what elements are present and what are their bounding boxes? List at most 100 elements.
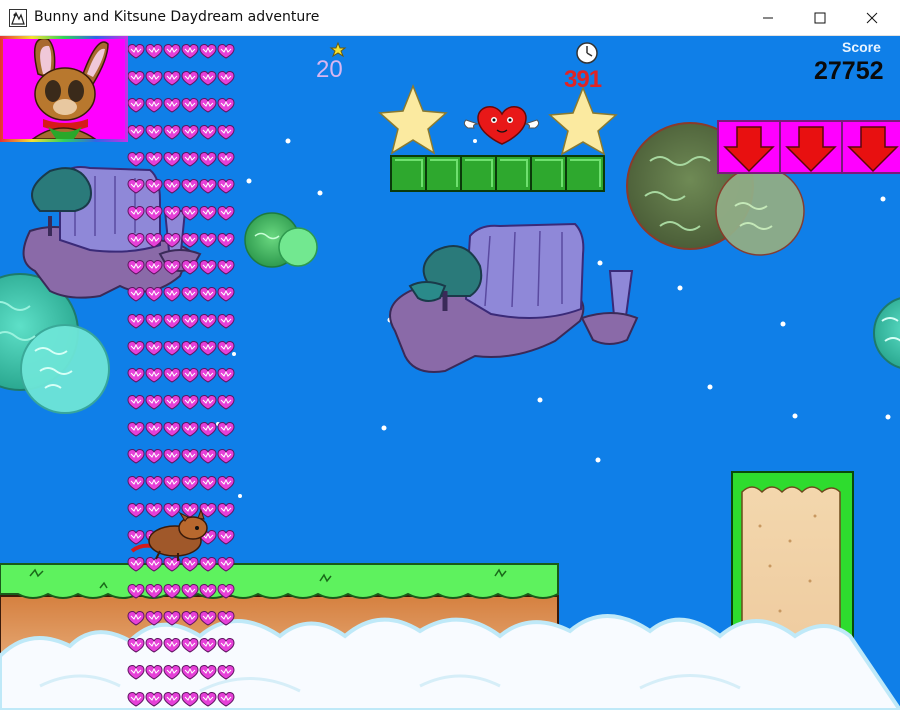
minimize-button[interactable]: [742, 0, 794, 35]
heart-tile: [145, 341, 163, 356]
star-icon: [378, 83, 448, 155]
heart-tile: [181, 287, 199, 302]
heart-tile: [217, 476, 235, 491]
heart-tile: [199, 260, 217, 275]
heart-tile: [145, 449, 163, 464]
game-scene: [0, 41, 900, 710]
heart-tile: [127, 530, 145, 545]
heart-tile: [127, 341, 145, 356]
clock-icon: [576, 42, 598, 64]
maximize-icon: [814, 12, 826, 23]
heart-tile: [181, 449, 199, 464]
heart-tile: [217, 503, 235, 518]
heart-tile: [145, 98, 163, 113]
heart-tile: [181, 422, 199, 437]
heart-tile: [145, 287, 163, 302]
heart-tile: [181, 368, 199, 383]
heart-tile: [217, 179, 235, 194]
heart-tile: [127, 314, 145, 329]
heart-tile: [145, 125, 163, 140]
heart-tile: [145, 476, 163, 491]
heart-tile: [217, 98, 235, 113]
heart-tile: [217, 233, 235, 248]
heart-tile: [181, 476, 199, 491]
heart-tile: [127, 71, 145, 86]
heart-tile: [217, 314, 235, 329]
window-title: Bunny and Kitsune Daydream adventure: [34, 9, 320, 25]
heart-tile: [145, 395, 163, 410]
heart-tile: [217, 260, 235, 275]
time-remaining: 391: [564, 66, 602, 93]
heart-tile: [163, 422, 181, 437]
background-orb-small: [244, 212, 318, 268]
heart-tile: [127, 503, 145, 518]
winged-heart-icon: [463, 106, 540, 145]
heart-tile: [145, 152, 163, 167]
heart-tile: [199, 341, 217, 356]
heart-tile: [163, 152, 181, 167]
heart-tile: [127, 152, 145, 167]
heart-tile: [145, 71, 163, 86]
heart-tile: [181, 179, 199, 194]
heart-tile: [181, 233, 199, 248]
game-viewport[interactable]: 20 391 Score 27752: [0, 36, 900, 710]
heart-tile: [127, 98, 145, 113]
heart-tile: [145, 314, 163, 329]
heart-tile: [127, 287, 145, 302]
heart-tile: [217, 368, 235, 383]
heart-tile: [145, 44, 163, 59]
heart-tile: [127, 368, 145, 383]
heart-tile: [163, 179, 181, 194]
score-label: Score: [842, 39, 881, 55]
heart-tile: [199, 98, 217, 113]
heart-tile: [127, 449, 145, 464]
score-value: 27752: [814, 57, 884, 85]
app-icon: [9, 9, 27, 27]
heart-tile: [217, 206, 235, 221]
heart-tile: [217, 125, 235, 140]
star-icon: [548, 85, 618, 156]
heart-tile: [127, 44, 145, 59]
heart-tile: [145, 422, 163, 437]
heart-tile: [163, 98, 181, 113]
heart-tile: [199, 71, 217, 86]
heart-tile: [181, 44, 199, 59]
heart-tile: [163, 476, 181, 491]
heart-tile: [199, 287, 217, 302]
heart-tile: [163, 125, 181, 140]
heart-tile: [181, 395, 199, 410]
heart-tile: [217, 449, 235, 464]
close-button[interactable]: [846, 0, 898, 35]
heart-tile: [163, 341, 181, 356]
green-block-row: [390, 155, 605, 192]
heart-tile: [145, 368, 163, 383]
heart-tile: [127, 422, 145, 437]
heart-tile: [127, 476, 145, 491]
heart-tile: [199, 449, 217, 464]
heart-tile: [163, 368, 181, 383]
window-titlebar: Bunny and Kitsune Daydream adventure: [0, 0, 900, 36]
heart-tile: [199, 206, 217, 221]
heart-tile: [127, 395, 145, 410]
heart-tile: [199, 476, 217, 491]
heart-tile: [127, 125, 145, 140]
heart-tile: [199, 125, 217, 140]
heart-tile: [217, 71, 235, 86]
heart-tile: [217, 287, 235, 302]
heart-tile: [217, 44, 235, 59]
heart-tile: [217, 395, 235, 410]
heart-tile: [181, 314, 199, 329]
heart-tile: [217, 422, 235, 437]
heart-tile: [163, 314, 181, 329]
floating-island-center: [389, 222, 639, 373]
maximize-button[interactable]: [794, 0, 846, 35]
heart-tile: [181, 260, 199, 275]
heart-tile: [199, 314, 217, 329]
heart-tile: [181, 341, 199, 356]
heart-tile: [181, 71, 199, 86]
heart-tile: [145, 503, 163, 518]
background-orb-edge: [873, 297, 900, 369]
heart-tile: [199, 422, 217, 437]
heart-tile: [163, 44, 181, 59]
heart-tile: [199, 233, 217, 248]
